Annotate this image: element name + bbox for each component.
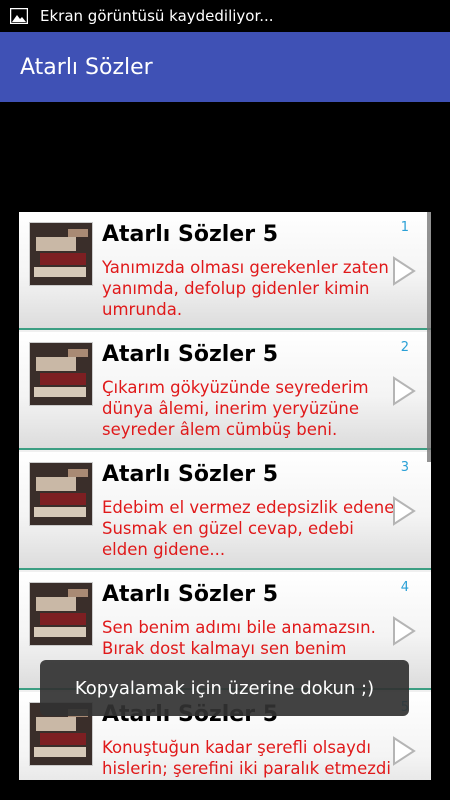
status-text: Ekran görüntüsü kaydediliyor...: [40, 7, 274, 25]
toast: Kopyalamak için üzerine dokun ;): [40, 660, 409, 716]
image-icon: [10, 8, 28, 24]
item-text: Edebim el vermez edepsizlik edene. Susma…: [102, 498, 400, 559]
toast-text: Kopyalamak için üzerine dokun ;): [74, 677, 375, 699]
item-number: 3: [400, 460, 409, 475]
item-title: Atarlı Sözler 5: [102, 462, 279, 487]
app-title: Atarlı Sözler: [20, 54, 153, 80]
chevron-right-icon[interactable]: [391, 736, 417, 766]
list-item[interactable]: Atarlı Sözler 5 1 Yanımızda olması gerek…: [19, 212, 431, 330]
book-thumbnail-icon: [29, 462, 93, 526]
item-number: 1: [400, 220, 409, 235]
item-number: 4: [400, 580, 409, 595]
app-bar: Atarlı Sözler: [0, 32, 450, 102]
chevron-right-icon[interactable]: [391, 376, 417, 406]
book-thumbnail-icon: [29, 342, 93, 406]
item-text: Sen benim adımı bile anamazsın. Bırak do…: [102, 618, 376, 658]
chevron-right-icon[interactable]: [391, 256, 417, 286]
item-text: Çıkarım gökyüzünde seyrederim dünya âlem…: [102, 378, 369, 439]
item-title: Atarlı Sözler 5: [102, 342, 279, 367]
item-number: 2: [400, 340, 409, 355]
item-text: Konuştuğun kadar şerefli olsaydı hisleri…: [102, 738, 391, 778]
item-title: Atarlı Sözler 5: [102, 582, 279, 607]
item-text: Yanımızda olması gerekenler zaten yanımd…: [102, 258, 389, 319]
list-item[interactable]: Atarlı Sözler 5 3 Edebim el vermez edeps…: [19, 452, 431, 570]
item-title: Atarlı Sözler 5: [102, 222, 279, 247]
book-thumbnail-icon: [29, 222, 93, 286]
status-bar: Ekran görüntüsü kaydediliyor...: [0, 0, 450, 32]
list-item[interactable]: Atarlı Sözler 5 2 Çıkarım gökyüzünde sey…: [19, 332, 431, 450]
chevron-right-icon[interactable]: [391, 616, 417, 646]
scrollbar[interactable]: [427, 212, 431, 462]
book-thumbnail-icon: [29, 582, 93, 646]
chevron-right-icon[interactable]: [391, 496, 417, 526]
